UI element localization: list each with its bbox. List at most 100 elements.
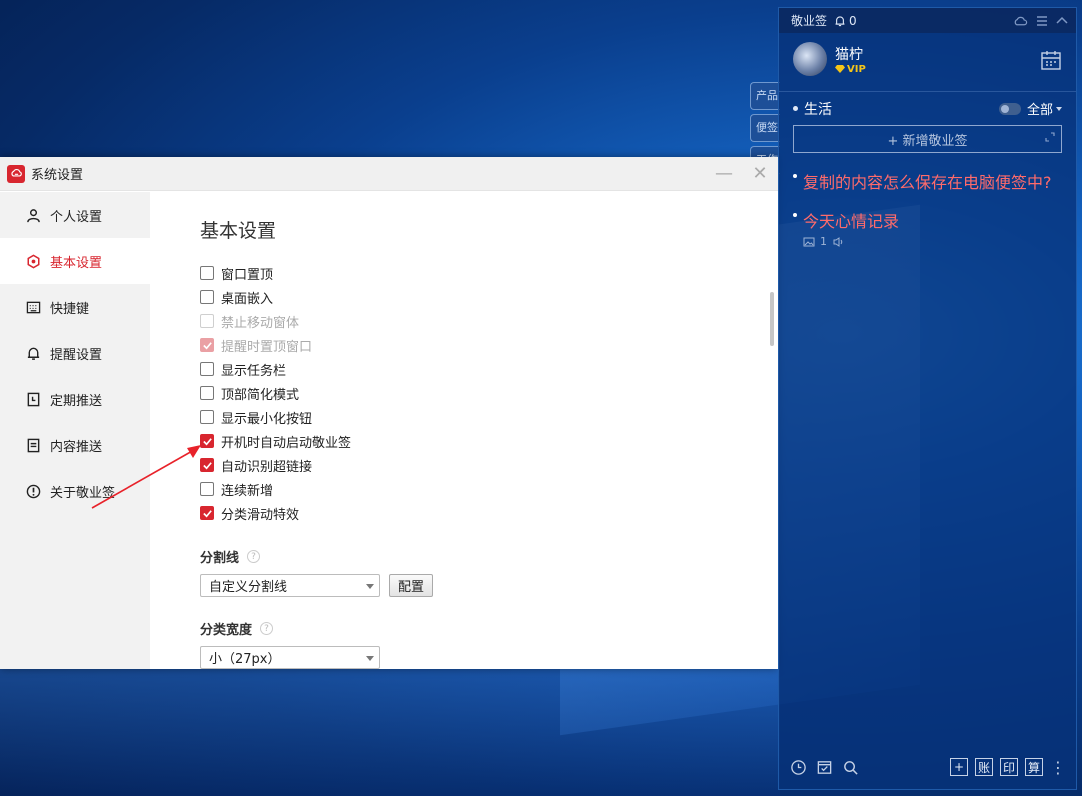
sidebar-item-content-push[interactable]: 内容推送 [0, 422, 150, 468]
bell-icon[interactable] [834, 15, 846, 27]
info-icon [25, 483, 41, 499]
account-button[interactable]: 账 [975, 758, 993, 776]
config-button[interactable]: 配置 [389, 574, 434, 597]
calculate-button[interactable]: 算 [1025, 758, 1043, 776]
option-show-taskbar[interactable]: 显示任务栏 [200, 357, 778, 381]
chevron-down-icon [1056, 106, 1062, 111]
note-text: 复制的内容怎么保存在电脑便签中? [803, 173, 1052, 192]
user-profile[interactable]: 猫柠 VIP [779, 33, 1076, 85]
calendar-icon[interactable] [1040, 49, 1062, 71]
note-attachments: 1 [803, 235, 1056, 248]
divider-select[interactable]: 自定义分割线 [200, 574, 380, 597]
panel-top-bar[interactable]: 敬业签 0 [779, 8, 1076, 33]
minimize-button[interactable]: — [706, 157, 742, 191]
background-tab[interactable]: 产品 [750, 82, 780, 110]
checkbox[interactable] [200, 386, 214, 400]
panel-bottom-bar: + 账 印 算 ⋮ [779, 745, 1076, 789]
menu-icon[interactable] [1036, 15, 1048, 27]
checkbox[interactable] [200, 290, 214, 304]
filter-dropdown[interactable]: 全部 [1027, 99, 1062, 118]
sidebar-item-label: 内容推送 [50, 439, 103, 455]
help-icon[interactable]: ? [247, 550, 261, 563]
category-name: 生活 [804, 101, 832, 118]
title-bar[interactable]: 系统设置 — ✕ [0, 157, 778, 191]
add-button[interactable]: + [950, 758, 968, 776]
option-category-slide[interactable]: 分类滑动特效 [200, 501, 778, 525]
checkbox[interactable] [200, 266, 214, 280]
settings-window: 系统设置 — ✕ 个人设置 基本设置 快捷键 提醒设置 定期推送 内容推送 关于… [0, 157, 778, 669]
note-item[interactable]: 今天心情记录 1 [779, 194, 1076, 248]
filter-label: 全部 [1026, 103, 1053, 118]
option-label: 窗口置顶 [221, 267, 274, 283]
diamond-icon [835, 65, 845, 73]
option-label: 自动识别超链接 [221, 459, 313, 475]
option-auto-hyperlink[interactable]: 自动识别超链接 [200, 453, 778, 477]
option-label: 桌面嵌入 [221, 291, 274, 307]
checkbox [200, 314, 214, 328]
close-button[interactable]: ✕ [742, 157, 778, 191]
checkbox[interactable] [200, 458, 214, 472]
sidebar-item-label: 提醒设置 [50, 347, 103, 363]
option-continuous-add[interactable]: 连续新增 [200, 477, 778, 501]
chevron-up-icon[interactable] [1056, 15, 1068, 27]
task-check-icon[interactable] [815, 758, 833, 776]
category-width-select[interactable]: 小（27px） [200, 646, 380, 669]
print-button[interactable]: 印 [1000, 758, 1018, 776]
cloud-sync-icon[interactable] [1013, 15, 1028, 27]
clock-icon[interactable] [789, 758, 807, 776]
chevron-down-icon [366, 584, 374, 589]
note-bullet [793, 174, 797, 178]
sidebar-item-personal[interactable]: 个人设置 [0, 192, 150, 238]
checkbox[interactable] [200, 506, 214, 520]
check-icon [202, 461, 212, 469]
sidebar-item-shortcuts[interactable]: 快捷键 [0, 284, 150, 330]
vip-badge: VIP [835, 64, 866, 75]
divider-section-title: 分割线 ? [200, 547, 778, 566]
more-icon[interactable]: ⋮ [1050, 758, 1066, 777]
sidebar-item-label: 快捷键 [50, 301, 90, 317]
option-label: 分类滑动特效 [221, 507, 300, 523]
search-icon[interactable] [841, 758, 859, 776]
note-item[interactable]: 复制的内容怎么保存在电脑便签中? [779, 153, 1076, 194]
option-autostart[interactable]: 开机时自动启动敬业签 [200, 429, 778, 453]
sidebar-item-scheduled-push[interactable]: 定期推送 [0, 376, 150, 422]
category-dot [793, 106, 798, 111]
image-icon [803, 237, 815, 246]
checkbox[interactable] [200, 362, 214, 376]
sidebar-item-label: 定期推送 [50, 393, 103, 409]
note-bullet [793, 213, 797, 217]
divider-label: 分割线 [200, 551, 240, 566]
add-note-label: + 新增敬业签 [887, 133, 968, 149]
option-desktop-embed[interactable]: 桌面嵌入 [200, 285, 778, 309]
vip-label: VIP [847, 63, 866, 75]
checkbox [200, 338, 214, 352]
category-toggle[interactable] [998, 102, 1021, 115]
checkbox[interactable] [200, 410, 214, 424]
background-tab[interactable]: 便签 [750, 114, 780, 142]
option-simplified-top[interactable]: 顶部简化模式 [200, 381, 778, 405]
category-row[interactable]: 生活 全部 [779, 91, 1076, 125]
checkbox[interactable] [200, 482, 214, 496]
user-icon [25, 207, 41, 223]
sticky-note-panel: 敬业签 0 猫柠 VIP 生活 全部 + 新增敬业签 复制的内容怎么保存在电脑便… [778, 7, 1077, 790]
option-label: 提醒时置顶窗口 [221, 339, 313, 355]
expand-icon[interactable] [1045, 132, 1055, 142]
app-logo-icon [7, 164, 25, 183]
gear-icon [25, 253, 41, 269]
sidebar-item-basic[interactable]: 基本设置 [0, 238, 150, 284]
keyboard-icon [25, 299, 41, 315]
check-icon [202, 509, 212, 517]
checkbox[interactable] [200, 434, 214, 448]
option-show-minimize[interactable]: 显示最小化按钮 [200, 405, 778, 429]
sidebar-item-reminder[interactable]: 提醒设置 [0, 330, 150, 376]
option-window-on-top[interactable]: 窗口置顶 [200, 261, 778, 285]
option-disable-move: 禁止移动窗体 [200, 309, 778, 333]
add-note-button[interactable]: + 新增敬业签 [793, 125, 1062, 153]
scrollbar-thumb[interactable] [770, 292, 774, 346]
panel-app-name: 敬业签 [791, 14, 828, 28]
notification-count: 0 [849, 13, 857, 28]
image-count: 1 [820, 235, 827, 248]
avatar[interactable] [793, 42, 827, 76]
help-icon[interactable]: ? [260, 622, 274, 635]
sidebar-item-about[interactable]: 关于敬业签 [0, 468, 150, 514]
